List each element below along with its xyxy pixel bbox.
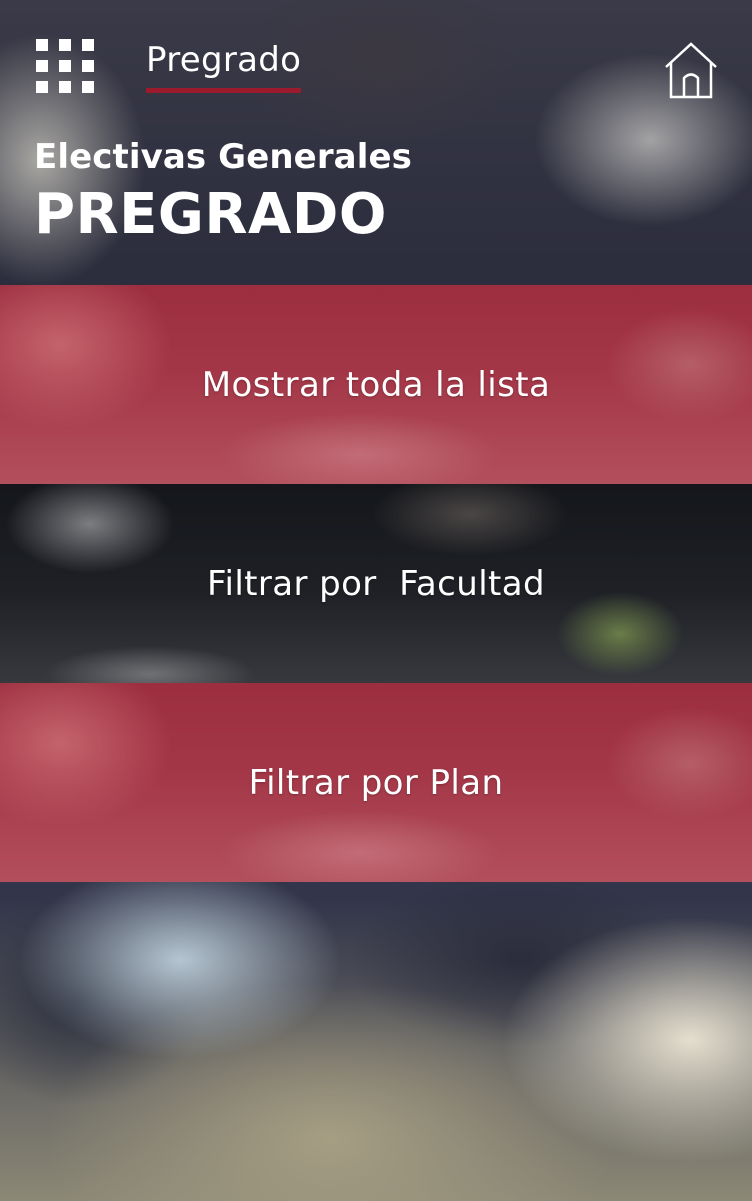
page-title: PREGRADO bbox=[34, 182, 387, 247]
filter-by-faculty-button[interactable]: Filtrar por Facultad bbox=[0, 484, 752, 683]
app-header: Pregrado Electivas Generales PREGRADO bbox=[0, 0, 752, 285]
tab-pregrado[interactable]: Pregrado bbox=[146, 38, 302, 94]
filter-by-plan-button[interactable]: Filtrar por Plan bbox=[0, 683, 752, 882]
home-icon[interactable] bbox=[662, 40, 720, 100]
option-label: Mostrar toda la lista bbox=[201, 364, 551, 405]
option-label: Filtrar por Plan bbox=[248, 762, 504, 803]
grid-menu-icon[interactable] bbox=[36, 39, 94, 93]
option-label: Filtrar por Facultad bbox=[207, 563, 545, 604]
tab-label: Pregrado bbox=[146, 40, 302, 80]
show-all-button[interactable]: Mostrar toda la lista bbox=[0, 285, 752, 484]
options-menu: Mostrar toda la lista Filtrar por Facult… bbox=[0, 285, 752, 882]
tab-active-indicator bbox=[146, 88, 302, 93]
page-subtitle: Electivas Generales bbox=[34, 137, 412, 177]
